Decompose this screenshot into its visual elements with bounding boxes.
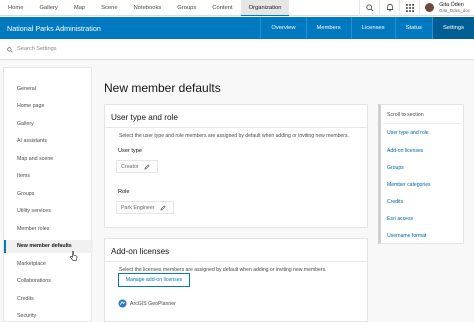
search-icon: [7, 40, 13, 58]
tab-status[interactable]: Status: [394, 17, 432, 39]
user-type-value: Creator: [121, 163, 139, 170]
sidebar-item-marketplace[interactable]: Marketplace: [4, 258, 93, 271]
section-title: Add-on licenses: [111, 247, 170, 256]
sidebar-item-utility-services[interactable]: Utility services: [4, 205, 93, 218]
sidebar-item-collaborations[interactable]: Collaborations: [4, 275, 93, 288]
sidebar-item-security[interactable]: Security: [4, 310, 93, 322]
nav-notebooks[interactable]: Notebooks: [126, 0, 170, 16]
sidebar-item-gallery[interactable]: Gallery: [4, 118, 93, 131]
pencil-icon[interactable]: [160, 204, 166, 211]
scroll-link-member-categories[interactable]: Member categories: [387, 182, 431, 188]
settings-search[interactable]: Search Settings: [0, 39, 474, 60]
sidebar-item-member-roles[interactable]: Member roles: [4, 223, 93, 236]
sidebar-item-general[interactable]: General: [4, 83, 93, 96]
tab-members[interactable]: Members: [305, 17, 351, 39]
tab-licenses[interactable]: Licenses: [350, 17, 395, 39]
search-input[interactable]: Search Settings: [17, 46, 57, 52]
nav-scene[interactable]: Scene: [93, 0, 125, 16]
sidebar-item-credits[interactable]: Credits: [4, 293, 93, 306]
section-description: Select the user type and role members ar…: [119, 133, 349, 139]
user-menu[interactable]: Gita Öden Gita_Oden_doc: [419, 0, 474, 16]
avatar: [425, 3, 435, 12]
divider: [383, 123, 461, 124]
scroll-link-credits[interactable]: Credits: [387, 199, 403, 205]
scroll-panel-heading: Scroll to section: [387, 112, 424, 118]
nav-groups[interactable]: Groups: [169, 0, 204, 16]
license-item: ArcGIS GeoPlanner: [118, 295, 176, 313]
scroll-link-user-type-role[interactable]: User type and role: [387, 130, 429, 136]
sidebar-item-new-member-defaults[interactable]: New member defaults: [4, 240, 93, 253]
sidebar-item-home-page[interactable]: Home page: [4, 100, 93, 113]
hand-cursor-icon: [70, 248, 78, 266]
tab-settings[interactable]: Settings: [432, 17, 474, 39]
organization-title: National Parks Administration: [7, 23, 101, 33]
user-id: Gita_Oden_doc: [439, 7, 470, 13]
geoplanner-icon: [118, 295, 127, 313]
nav-gallery[interactable]: Gallery: [31, 0, 65, 16]
sidebar-item-map-and-scene[interactable]: Map and scene: [4, 153, 93, 166]
sidebar-item-ai-assistants[interactable]: AI assistants: [4, 135, 93, 148]
bell-icon[interactable]: [379, 0, 399, 16]
user-type-field[interactable]: Creator: [116, 160, 158, 173]
nav-map[interactable]: Map: [66, 0, 93, 16]
scroll-link-username-format[interactable]: Username format: [387, 233, 426, 239]
organization-bar: National Parks Administration Overview M…: [0, 17, 474, 39]
page-title: New member defaults: [104, 81, 221, 95]
pencil-icon[interactable]: [144, 163, 150, 170]
scroll-link-addon-licenses[interactable]: Add-on licenses: [387, 148, 423, 154]
tab-overview[interactable]: Overview: [260, 17, 305, 39]
nav-home[interactable]: Home: [0, 0, 31, 16]
grid-icon[interactable]: [399, 0, 419, 16]
manage-addon-licenses-button[interactable]: Manage add-on licenses: [118, 273, 190, 287]
user-type-label: User type: [118, 148, 142, 154]
scroll-link-esri-access[interactable]: Esri access: [387, 216, 413, 222]
scroll-link-groups[interactable]: Groups: [387, 165, 404, 171]
role-label: Role: [118, 189, 130, 195]
search-icon[interactable]: [359, 0, 379, 16]
role-field[interactable]: Park Engineer: [116, 201, 174, 214]
nav-organization[interactable]: Organization: [240, 0, 290, 16]
role-value: Park Engineer: [121, 204, 155, 211]
top-navigation: Home Gallery Map Scene Notebooks Groups …: [0, 0, 474, 16]
nav-content[interactable]: Content: [204, 0, 240, 16]
section-title: User type and role: [111, 113, 178, 122]
sidebar-item-items[interactable]: Items: [4, 170, 93, 183]
license-name: ArcGIS GeoPlanner: [130, 301, 176, 307]
scroll-to-section-panel: Scroll to section User type and role Add…: [378, 104, 464, 244]
settings-sidebar: General Home page Gallery AI assistants …: [3, 67, 93, 322]
sidebar-item-groups[interactable]: Groups: [4, 188, 93, 201]
